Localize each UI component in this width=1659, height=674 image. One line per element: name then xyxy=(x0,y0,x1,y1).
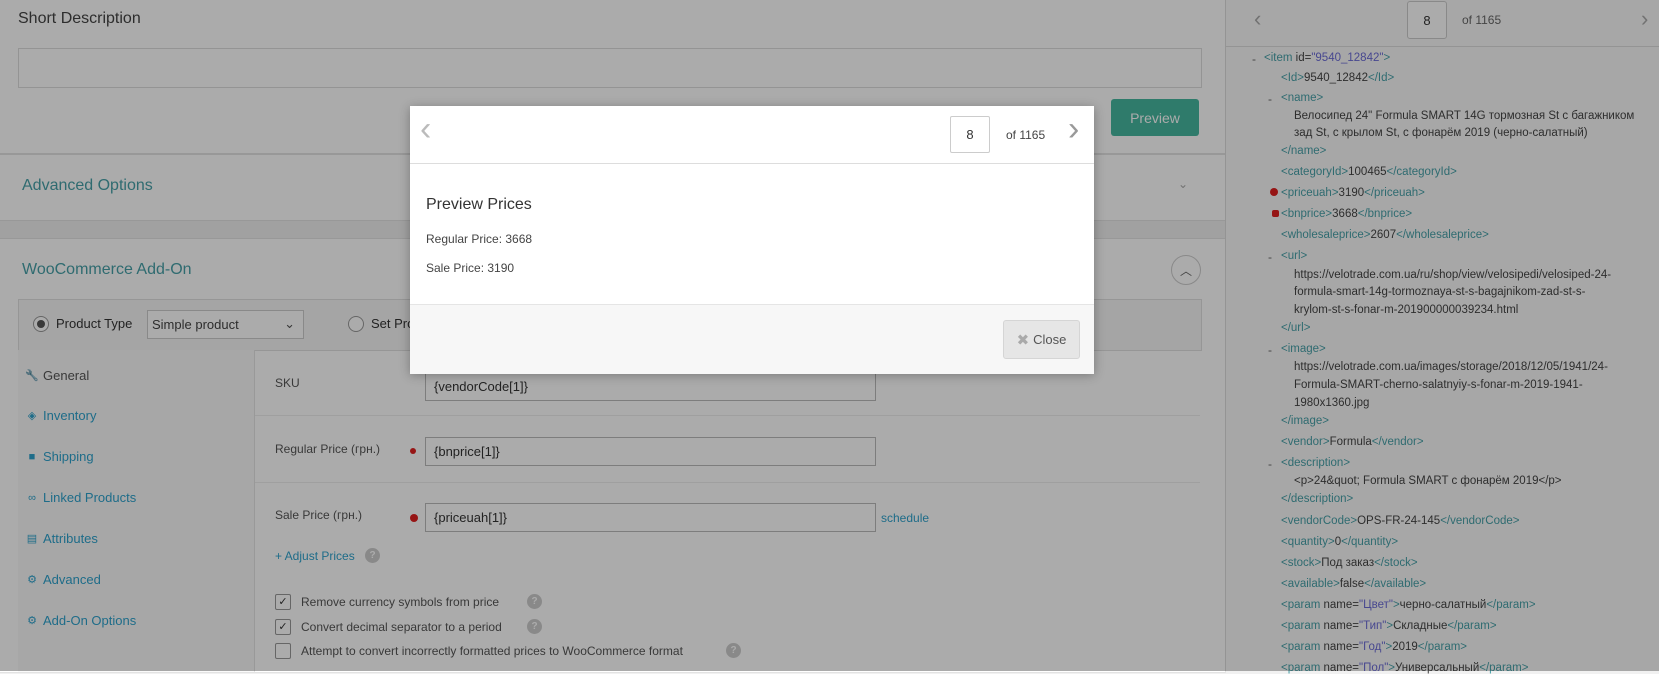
modal-header: ‹ 8 of 1165 › xyxy=(410,106,1094,164)
modal-page-total: of 1165 xyxy=(1006,128,1046,142)
modal-footer: ✖ Close xyxy=(410,304,1094,374)
chevron-right-icon[interactable]: › xyxy=(1068,112,1079,146)
sale-price-preview: Sale Price: 3190 xyxy=(426,261,515,275)
modal-title: Preview Prices xyxy=(426,196,532,213)
modal-page-input[interactable]: 8 xyxy=(950,116,990,153)
close-icon: ✖ xyxy=(1016,331,1030,349)
preview-prices-modal: ‹ 8 of 1165 › Preview Prices Regular Pri… xyxy=(410,106,1094,374)
regular-price-preview: Regular Price: 3668 xyxy=(426,232,533,246)
chevron-left-icon[interactable]: ‹ xyxy=(420,112,431,146)
close-button[interactable]: ✖ Close xyxy=(1003,320,1080,359)
close-label: Close xyxy=(1033,332,1067,347)
